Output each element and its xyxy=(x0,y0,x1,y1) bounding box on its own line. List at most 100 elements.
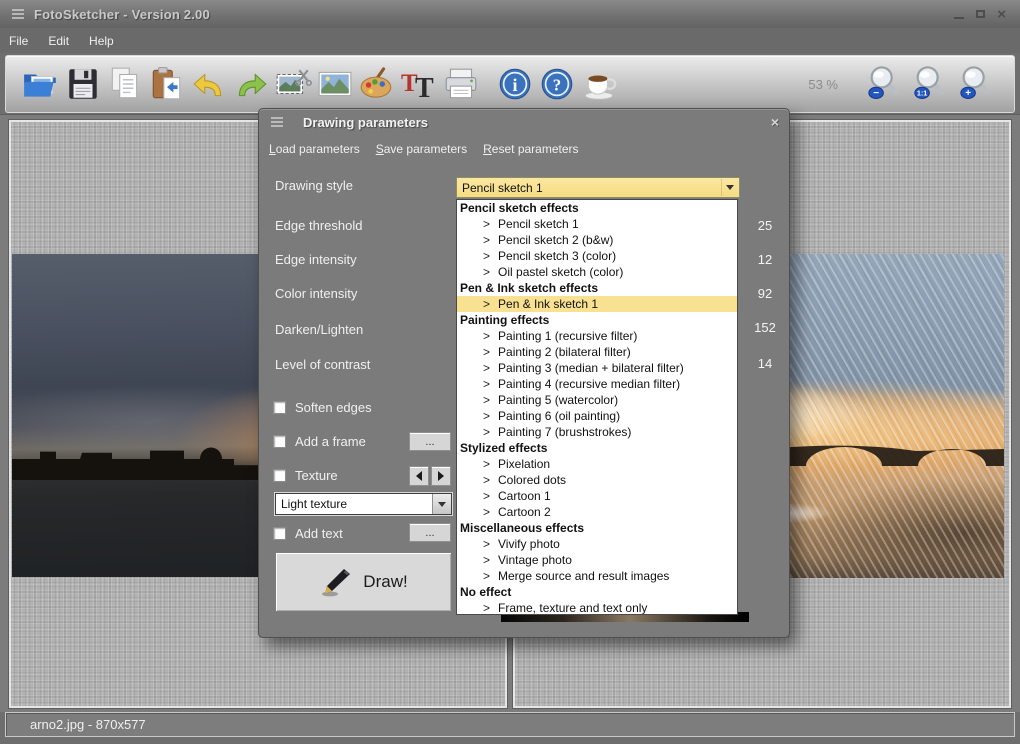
texture-combobox[interactable]: Light texture xyxy=(274,492,453,516)
style-option[interactable]: > Painting 5 (watercolor) xyxy=(457,392,737,408)
style-option-label: Miscellaneous effects xyxy=(460,520,585,535)
style-option[interactable]: > Painting 2 (bilateral filter) xyxy=(457,344,737,360)
save-image-button[interactable] xyxy=(62,61,104,107)
toolbar: T T i ? 53 % − 1:1 + xyxy=(5,55,1015,113)
draw-button[interactable]: Draw! xyxy=(275,552,452,612)
drawing-parameters-button[interactable] xyxy=(356,61,398,107)
maximize-icon[interactable] xyxy=(976,10,986,18)
zoom-in-button[interactable]: + xyxy=(956,61,998,107)
style-option[interactable]: > Painting 7 (brushstrokes) xyxy=(457,424,737,440)
style-option[interactable]: > Vivify photo xyxy=(457,536,737,552)
svg-text:1:1: 1:1 xyxy=(917,89,927,98)
arrow-left-icon xyxy=(416,471,422,481)
style-option[interactable]: > Frame, texture and text only xyxy=(457,600,737,615)
style-option-label: Pencil sketch effects xyxy=(460,200,579,215)
close-icon[interactable]: × xyxy=(997,7,1006,22)
frame-options-button[interactable]: ... xyxy=(409,432,451,451)
add-a-frame-checkbox[interactable]: Add a frame xyxy=(273,434,366,449)
style-option[interactable]: > Colored dots xyxy=(457,472,737,488)
style-option[interactable]: > Cartoon 2 xyxy=(457,504,737,520)
style-option-label: Cartoon 1 xyxy=(498,488,551,503)
text-options-button[interactable]: ... xyxy=(409,523,451,542)
crop-image-button[interactable] xyxy=(272,61,314,107)
add-text-button[interactable]: T T xyxy=(398,61,440,107)
soften-edges-checkbox[interactable]: Soften edges xyxy=(273,400,372,415)
style-option-label: Painting 2 (bilateral filter) xyxy=(498,344,631,359)
open-image-button[interactable] xyxy=(20,61,62,107)
undo-icon xyxy=(193,73,222,97)
drawing-parameters-dialog: Drawing parameters × Load parameters Sav… xyxy=(258,108,790,638)
item-marker: > xyxy=(483,424,491,439)
item-marker: > xyxy=(483,472,491,487)
info-button[interactable]: i xyxy=(494,61,536,107)
style-option[interactable]: > Painting 3 (median + bilateral filter) xyxy=(457,360,737,376)
help-button[interactable]: ? xyxy=(536,61,578,107)
load-parameters-menu[interactable]: Load parameters xyxy=(269,142,360,156)
style-option[interactable]: > Painting 4 (recursive median filter) xyxy=(457,376,737,392)
style-option[interactable]: > Oil pastel sketch (color) xyxy=(457,264,737,280)
paste-button[interactable] xyxy=(146,61,188,107)
redo-button[interactable] xyxy=(230,61,272,107)
style-option[interactable]: > Pencil sketch 3 (color) xyxy=(457,248,737,264)
item-marker: > xyxy=(483,408,491,423)
chevron-down-icon xyxy=(726,185,734,190)
texture-next-button[interactable] xyxy=(431,466,451,486)
style-option[interactable]: > Painting 1 (recursive filter) xyxy=(457,328,737,344)
checkbox-icon[interactable] xyxy=(273,401,286,414)
texture-combo-dropdown-button[interactable] xyxy=(432,494,451,514)
style-option[interactable]: > Pixelation xyxy=(457,456,737,472)
dialog-title: Drawing parameters xyxy=(303,114,428,130)
style-option-label: Merge source and result images xyxy=(498,568,670,583)
copy-button[interactable] xyxy=(104,61,146,107)
dialog-icon xyxy=(271,117,283,127)
minimize-icon[interactable] xyxy=(954,17,965,19)
checkbox-icon[interactable] xyxy=(273,435,286,448)
resize-image-button[interactable] xyxy=(314,61,356,107)
printer-icon xyxy=(445,68,477,99)
combobox-dropdown-button[interactable] xyxy=(721,179,738,196)
style-option[interactable]: > Painting 6 (oil painting) xyxy=(457,408,737,424)
add-a-frame-label: Add a frame xyxy=(295,434,366,449)
texture-checkbox[interactable]: Texture xyxy=(273,468,338,483)
menu-help[interactable]: Help xyxy=(89,34,114,48)
help-icon: ? xyxy=(541,68,573,100)
edge-threshold-label: Edge threshold xyxy=(275,218,363,233)
item-marker: > xyxy=(483,344,491,359)
zoom-actual-size-button[interactable]: 1:1 xyxy=(910,61,952,107)
crop-image-icon xyxy=(276,69,312,95)
reset-parameters-menu[interactable]: Reset parameters xyxy=(483,142,578,156)
style-option-label: Painting 5 (watercolor) xyxy=(498,392,619,407)
title-bar[interactable]: FotoSketcher - Version 2.00 × xyxy=(0,0,1020,28)
style-option-label: Pen & Ink sketch effects xyxy=(460,280,599,295)
drawing-style-combobox[interactable]: Pencil sketch 1 xyxy=(456,177,740,198)
add-text-checkbox[interactable]: Add text xyxy=(273,526,343,541)
checkbox-icon[interactable] xyxy=(273,469,286,482)
darken-lighten-value: 152 xyxy=(754,320,776,335)
item-marker: > xyxy=(483,568,491,583)
checkbox-icon[interactable] xyxy=(273,527,286,540)
style-option[interactable]: > Pen & Ink sketch 1 xyxy=(457,296,737,312)
add-text-label: Add text xyxy=(295,526,343,541)
darken-lighten-label: Darken/Lighten xyxy=(275,322,364,337)
style-option[interactable]: > Cartoon 1 xyxy=(457,488,737,504)
menu-file[interactable]: File xyxy=(9,34,28,48)
style-option[interactable]: > Pencil sketch 2 (b&w) xyxy=(457,232,737,248)
texture-prev-button[interactable] xyxy=(409,466,429,486)
dialog-close-icon[interactable]: × xyxy=(771,114,779,130)
menu-edit[interactable]: Edit xyxy=(48,34,69,48)
style-option-label: Stylized effects xyxy=(460,440,548,455)
print-button[interactable] xyxy=(440,61,482,107)
style-option[interactable]: > Merge source and result images xyxy=(457,568,737,584)
item-marker: > xyxy=(483,376,491,391)
style-option[interactable]: > Vintage photo xyxy=(457,552,737,568)
zoom-out-button[interactable]: − xyxy=(864,61,906,107)
undo-button[interactable] xyxy=(188,61,230,107)
style-option[interactable]: > Pencil sketch 1 xyxy=(457,216,737,232)
style-option-label: Frame, texture and text only xyxy=(498,600,648,615)
app-window: FotoSketcher - Version 2.00 × File Edit … xyxy=(0,0,1020,744)
donate-button[interactable] xyxy=(578,61,620,107)
item-marker: > xyxy=(483,488,491,503)
style-option-label: No effect xyxy=(460,584,512,599)
dialog-title-bar[interactable]: Drawing parameters × xyxy=(259,109,789,135)
save-parameters-menu[interactable]: Save parameters xyxy=(376,142,467,156)
